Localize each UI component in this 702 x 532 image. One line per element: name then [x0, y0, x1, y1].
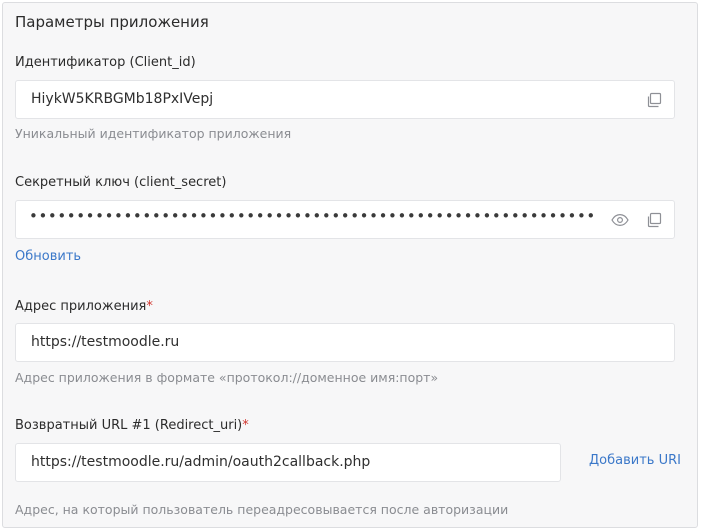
app-address-label: Адрес приложения*: [15, 299, 153, 314]
client-id-label: Идентификатор (Client_id): [15, 55, 196, 70]
add-uri-link[interactable]: Добавить URI: [589, 453, 681, 468]
redirect-uri-label: Возвратный URL #1 (Redirect_uri)*: [15, 418, 249, 433]
redirect-uri-value[interactable]: https://testmoodle.ru/admin/oauth2callba…: [31, 454, 370, 470]
redirect-uri-field[interactable]: https://testmoodle.ru/admin/oauth2callba…: [15, 443, 561, 482]
redirect-uri-label-text: Возвратный URL #1 (Redirect_uri): [15, 418, 243, 433]
refresh-secret-link[interactable]: Обновить: [15, 249, 81, 264]
client-id-field[interactable]: HiykW5KRBGMb18PxIVepj: [15, 80, 675, 119]
section-title: Параметры приложения: [15, 13, 209, 31]
eye-icon[interactable]: [610, 210, 630, 230]
copy-icon[interactable]: [644, 90, 664, 110]
copy-icon[interactable]: [644, 210, 664, 230]
client-secret-value[interactable]: ••••••••••••••••••••••••••••••••••••••••…: [29, 207, 597, 225]
redirect-uri-hint: Адрес, на который пользователь переадрес…: [15, 502, 509, 517]
client-secret-field[interactable]: ••••••••••••••••••••••••••••••••••••••••…: [15, 200, 675, 239]
required-mark: *: [146, 299, 153, 314]
app-address-field[interactable]: https://testmoodle.ru: [15, 323, 675, 362]
app-settings-panel: Параметры приложения Идентификатор (Clie…: [2, 2, 698, 528]
app-address-value[interactable]: https://testmoodle.ru: [31, 334, 179, 350]
client-id-hint: Уникальный идентификатор приложения: [15, 126, 292, 141]
required-mark: *: [242, 418, 249, 433]
client-id-value[interactable]: HiykW5KRBGMb18PxIVepj: [31, 91, 213, 107]
app-address-label-text: Адрес приложения: [15, 299, 147, 314]
client-secret-label: Секретный ключ (client_secret): [15, 175, 227, 190]
app-address-hint: Адрес приложения в формате «протокол://д…: [15, 370, 439, 385]
